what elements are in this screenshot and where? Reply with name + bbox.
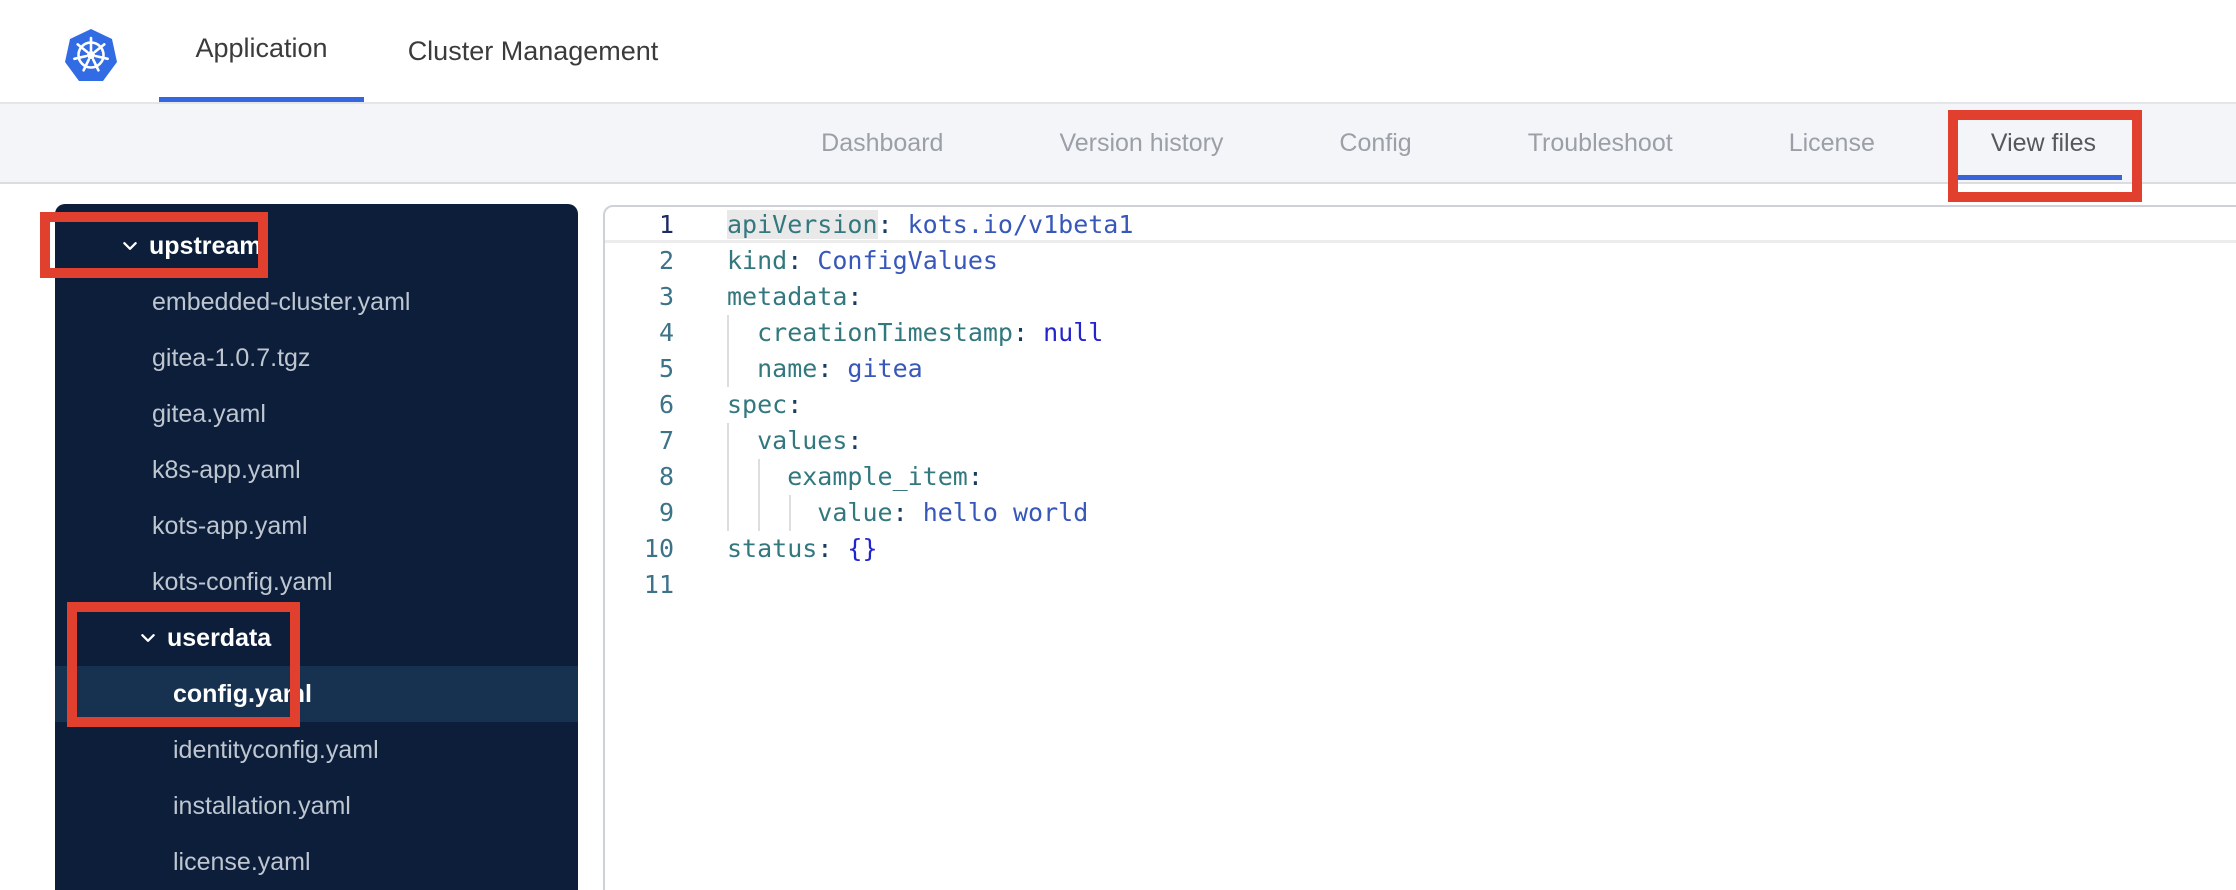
tree-file-kots-config[interactable]: kots-config.yaml: [55, 554, 578, 610]
line-number: 4: [658, 318, 674, 347]
tree-file-gitea-yaml[interactable]: gitea.yaml: [55, 386, 578, 442]
tree-file-k8s-app[interactable]: k8s-app.yaml: [55, 442, 578, 498]
tab-application[interactable]: Application: [159, 0, 364, 102]
nav-tab-version-history-label: Version history: [1059, 128, 1224, 157]
code-line: 8 example_item:: [605, 459, 2236, 495]
line-number: 10: [643, 534, 674, 563]
tree-item-label: kots-config.yaml: [152, 567, 333, 596]
tab-cluster-management-label: Cluster Management: [407, 35, 659, 66]
tree-item-label: userdata: [167, 623, 272, 652]
line-number: 1: [658, 210, 674, 239]
line-number: 7: [658, 426, 674, 455]
code-line: 7 values:: [605, 423, 2236, 459]
code-line: 2 kind: ConfigValues: [605, 243, 2236, 279]
tree-item-label: kots-app.yaml: [152, 511, 308, 540]
tree-file-license[interactable]: license.yaml: [55, 834, 578, 890]
nav-tab-dashboard[interactable]: Dashboard: [821, 104, 943, 182]
indent-guide: [727, 495, 729, 531]
nav-tab-version-history[interactable]: Version history: [1059, 104, 1223, 182]
tab-application-label: Application: [195, 33, 328, 63]
code-line: 6 spec:: [605, 387, 2236, 423]
nav-tab-view-files[interactable]: View files: [1956, 104, 2122, 182]
tree-item-label: upstream: [149, 231, 262, 260]
indent-guide: [758, 459, 760, 495]
nav-tab-license[interactable]: License: [1789, 104, 1875, 182]
tree-folder-upstream[interactable]: upstream: [55, 218, 578, 274]
code-text: metadata:: [727, 282, 863, 311]
file-tree: upstream embedded-cluster.yaml gitea-1.0…: [55, 204, 578, 890]
tree-file-gitea-tgz[interactable]: gitea-1.0.7.tgz: [55, 330, 578, 386]
tree-folder-userdata[interactable]: userdata: [55, 610, 578, 666]
nav-tab-license-label: License: [1788, 128, 1875, 157]
code-line: 1 apiVersion: kots.io/v1beta1: [605, 207, 2236, 243]
tree-item-label: embedded-cluster.yaml: [152, 287, 411, 316]
indent-guide: [727, 315, 729, 351]
code-line: 9 value: hello world: [605, 495, 2236, 531]
chevron-down-icon: [123, 242, 137, 250]
line-number: 11: [643, 570, 674, 599]
top-bar: Application Cluster Management: [0, 0, 2236, 104]
indent-guide: [727, 351, 729, 387]
indent-guide: [727, 459, 729, 495]
line-number: 2: [658, 246, 674, 275]
file-content-viewer[interactable]: 1 apiVersion: kots.io/v1beta1 2 kind: Co…: [603, 205, 2236, 890]
indent-guide: [758, 495, 760, 531]
tree-file-identityconfig[interactable]: identityconfig.yaml: [55, 722, 578, 778]
tree-file-installation[interactable]: installation.yaml: [55, 778, 578, 834]
code-text: spec:: [727, 390, 803, 419]
indent-guide: [789, 495, 791, 531]
tree-file-kots-app[interactable]: kots-app.yaml: [55, 498, 578, 554]
kubernetes-logo-icon: [65, 29, 117, 81]
nav-tab-dashboard-label: Dashboard: [821, 128, 944, 157]
code-text: status: {}: [727, 534, 878, 563]
tree-file-config-yaml-selected[interactable]: config.yaml: [55, 666, 578, 722]
tree-item-label: gitea.yaml: [152, 399, 266, 428]
code-text: example_item:: [727, 462, 983, 491]
code-text: kind: ConfigValues: [727, 246, 998, 275]
tree-item-label: identityconfig.yaml: [173, 735, 379, 764]
line-number: 5: [658, 354, 674, 383]
secondary-nav: Dashboard Version history Config Trouble…: [0, 104, 2236, 184]
tree-item-label: k8s-app.yaml: [152, 455, 301, 484]
tree-item-label: config.yaml: [173, 679, 312, 708]
code-text: creationTimestamp: null: [727, 318, 1104, 347]
kots-admin-console: Application Cluster Management Dashboard…: [0, 0, 2236, 890]
nav-tab-troubleshoot[interactable]: Troubleshoot: [1528, 104, 1673, 182]
tree-item-label: license.yaml: [173, 847, 311, 876]
code-line: 4 creationTimestamp: null: [605, 315, 2236, 351]
tree-item-label: installation.yaml: [173, 791, 351, 820]
line-number: 3: [658, 282, 674, 311]
nav-tab-view-files-label: View files: [1990, 128, 2096, 157]
chevron-down-icon: [141, 634, 155, 642]
nav-tab-troubleshoot-label: Troubleshoot: [1527, 128, 1673, 157]
code-text: [674, 567, 727, 603]
code-text: value: hello world: [727, 498, 1089, 527]
code-text: apiVersion: kots.io/v1beta1: [727, 210, 1134, 239]
tree-item-label: gitea-1.0.7.tgz: [152, 343, 311, 372]
code-line: 11: [605, 567, 2236, 603]
indent-guide: [727, 423, 729, 459]
tab-cluster-management[interactable]: Cluster Management: [374, 0, 692, 102]
code-text: values:: [727, 426, 863, 455]
active-tab-underline: [1956, 175, 2122, 180]
code-text: name: gitea: [727, 354, 923, 383]
nav-tab-config[interactable]: Config: [1339, 104, 1411, 182]
nav-tab-config-label: Config: [1339, 128, 1412, 157]
code-line: 5 name: gitea: [605, 351, 2236, 387]
code-line: 3 metadata:: [605, 279, 2236, 315]
code-line: 10 status: {}: [605, 531, 2236, 567]
line-number: 9: [658, 498, 674, 527]
line-number: 8: [658, 462, 674, 491]
tree-file-embedded-cluster[interactable]: embedded-cluster.yaml: [55, 274, 578, 330]
line-number: 6: [658, 390, 674, 419]
